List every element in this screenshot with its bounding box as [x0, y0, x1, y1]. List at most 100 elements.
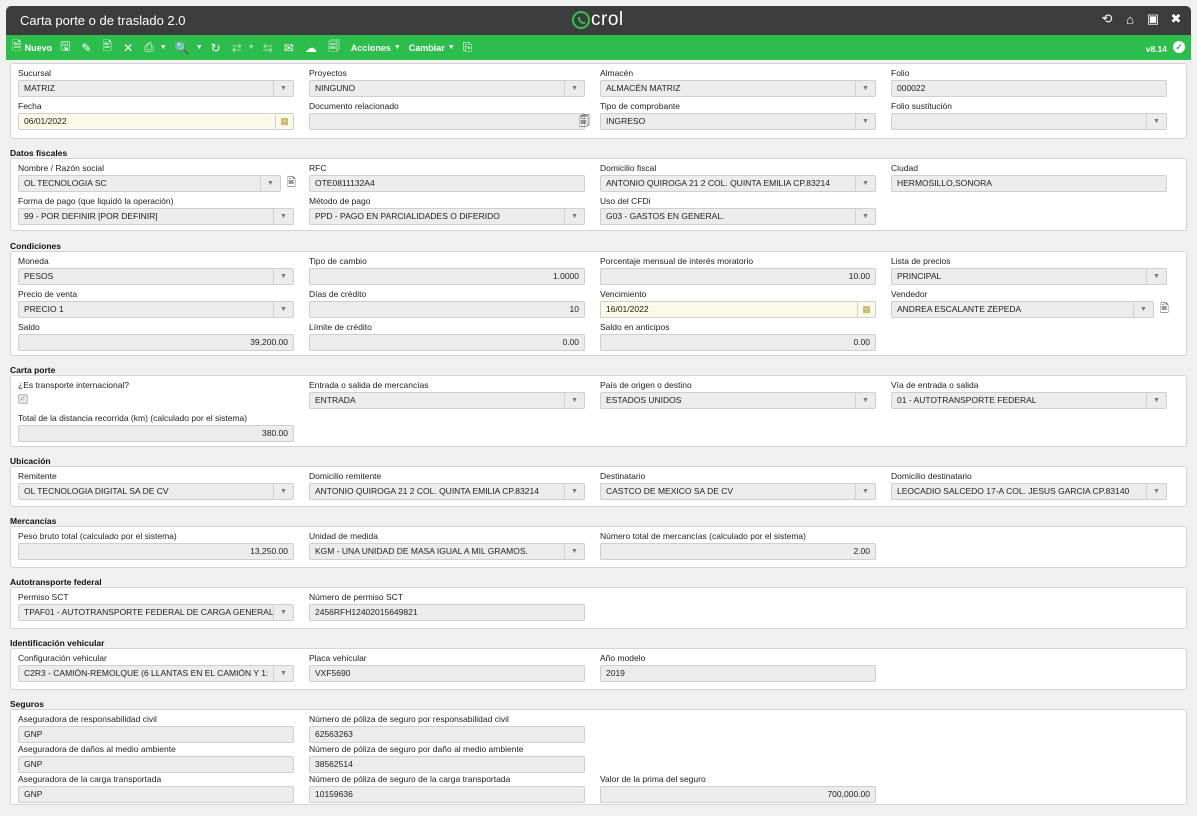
destinatario-select[interactable]: CASTCO DE MEXICO SA DE CV ▼: [600, 483, 876, 500]
upload-button[interactable]: ☁: [305, 41, 320, 55]
actions-menu[interactable]: Acciones ▼: [351, 43, 401, 53]
folio-input[interactable]: 000022: [891, 80, 1167, 97]
window-icon[interactable]: ▣: [1146, 11, 1160, 26]
print-button[interactable]: ⎙ ▼: [144, 40, 167, 55]
fecha-input[interactable]: 06/01/2022 ▦: [18, 113, 294, 130]
configuracion-select[interactable]: C2R3 - CAMIÓN-REMOLQUE (6 LLANTAS EN EL …: [18, 665, 294, 682]
sign-button[interactable]: 🖹: [102, 37, 115, 58]
distancia-input[interactable]: 380.00: [18, 425, 294, 442]
poliza-ambiente-input[interactable]: 38562514: [309, 756, 585, 773]
pais-field: País de origen o destino ESTADOS UNIDOS ▼: [600, 380, 876, 409]
prima-input[interactable]: 700,000.00: [600, 786, 876, 803]
client-card-icon[interactable]: 🖹: [287, 174, 296, 193]
email-button[interactable]: ✉: [284, 41, 297, 55]
precio-venta-select[interactable]: PRECIO 1 ▼: [18, 301, 294, 318]
poliza-civil-input[interactable]: 62563263: [309, 726, 585, 743]
uso-cfdi-label: Uso del CFDi: [600, 196, 651, 206]
calendar-icon[interactable]: ▦: [857, 302, 875, 317]
entrada-salida-select[interactable]: ENTRADA ▼: [309, 392, 585, 409]
close-icon[interactable]: ✖: [1169, 11, 1183, 26]
chevron-down-icon: ▼: [1146, 269, 1166, 284]
distancia-value: 380.00: [262, 428, 288, 438]
copy-button[interactable]: ⎘: [463, 40, 476, 55]
forma-pago-label: Forma de pago (que liquidó la operación): [18, 196, 174, 206]
permiso-sct-select[interactable]: TPAF01 - AUTOTRANSPORTE FEDERAL DE CARGA…: [18, 604, 294, 621]
domicilio-fiscal-select[interactable]: ANTONIO QUIROGA 21 2 COL. QUINTA EMILIA …: [600, 175, 876, 192]
refresh-icon[interactable]: ⟲: [1100, 11, 1114, 26]
forma-pago-select[interactable]: 99 - POR DEFINIR [POR DEFINIR] ▼: [18, 208, 294, 225]
distancia-label: Total de la distancia recorrida (km) (ca…: [18, 413, 248, 423]
link-icon: ⇆: [262, 40, 273, 55]
peso-input[interactable]: 13,250.00: [18, 543, 294, 560]
link-button[interactable]: ⇆: [263, 41, 276, 55]
aseguradora-civil-input[interactable]: GNP: [18, 726, 294, 743]
reload-icon: ↻: [210, 40, 221, 55]
vencimiento-input[interactable]: 16/01/2022 ▦: [600, 301, 876, 318]
saldo-input[interactable]: 39,200.00: [18, 334, 294, 351]
placa-input[interactable]: VXF5690: [309, 665, 585, 682]
rfc-input[interactable]: OTE0811132A4: [309, 175, 585, 192]
domicilio-destinatario-field: Domicilio destinatario LEOCADIO SALCEDO …: [891, 471, 1167, 500]
tipo-comprobante-select[interactable]: INGRESO ▼: [600, 113, 876, 130]
sucursal-select[interactable]: MATRIZ ▼: [18, 80, 294, 97]
export-button[interactable]: 🗐: [328, 37, 343, 58]
change-menu[interactable]: Cambiar ▼: [409, 43, 455, 53]
vehicular-panel: Configuración vehicular C2R3 - CAMIÓN-RE…: [10, 648, 1187, 690]
cloud-upload-icon: ☁: [304, 40, 317, 55]
chevron-down-icon: ▼: [855, 393, 875, 408]
chevron-down-icon: ▼: [273, 209, 293, 224]
poliza-carga-input[interactable]: 10159636: [309, 786, 585, 803]
chevron-down-icon: ▼: [855, 176, 875, 191]
seller-card-icon[interactable]: 🖹: [1160, 300, 1169, 319]
saldo-anticipos-label: Saldo en anticipos: [600, 322, 670, 332]
configuracion-value: C2R3 - CAMIÓN-REMOLQUE (6 LLANTAS EN EL …: [24, 668, 269, 678]
metodo-pago-select[interactable]: PPD - PAGO EN PARCIALIDADES O DIFERIDO ▼: [309, 208, 585, 225]
destinatario-field: Destinatario CASTCO DE MEXICO SA DE CV ▼: [600, 471, 876, 500]
calendar-icon[interactable]: ▦: [275, 114, 293, 129]
remitente-select[interactable]: OL TECNOLOGIA DIGITAL SA DE CV ▼: [18, 483, 294, 500]
permiso-sct-value: TPAF01 - AUTOTRANSPORTE FEDERAL DE CARGA…: [24, 607, 274, 617]
folio-sustitucion-select[interactable]: ▼: [891, 113, 1167, 130]
preview-button[interactable]: 🔍 ▼: [175, 41, 203, 55]
aseguradora-ambiente-input[interactable]: GNP: [18, 756, 294, 773]
placa-field: Placa vehicular VXF5690: [309, 653, 585, 682]
home-icon[interactable]: ⌂: [1123, 12, 1137, 27]
lista-precios-select[interactable]: PRINCIPAL ▼: [891, 268, 1167, 285]
domicilio-remitente-select[interactable]: ANTONIO QUIROGA 21 2 COL. QUINTA EMILIA …: [309, 483, 585, 500]
new-button[interactable]: 🗎 Nuevo: [12, 37, 52, 58]
via-select[interactable]: 01 - AUTOTRANSPORTE FEDERAL ▼: [891, 392, 1167, 409]
reload-button[interactable]: ↻: [211, 41, 224, 55]
poliza-carga-field: Número de póliza de seguro de la carga t…: [309, 774, 585, 803]
cancel-button[interactable]: ✕: [123, 41, 136, 55]
aseguradora-carga-input[interactable]: GNP: [18, 786, 294, 803]
dias-credito-input[interactable]: 10: [309, 301, 585, 318]
domicilio-destinatario-select[interactable]: LEOCADIO SALCEDO 17-A COL. JESUS GARCIA …: [891, 483, 1167, 500]
numero-permiso-input[interactable]: 2456RFH12402015649821: [309, 604, 585, 621]
moneda-select[interactable]: PESOS ▼: [18, 268, 294, 285]
saldo-anticipos-input[interactable]: 0.00: [600, 334, 876, 351]
edit-button[interactable]: ✎: [81, 41, 94, 55]
document-search-icon[interactable]: 🗐: [579, 113, 590, 132]
limite-credito-input[interactable]: 0.00: [309, 334, 585, 351]
interes-input[interactable]: 10.00: [600, 268, 876, 285]
internacional-checkbox[interactable]: ✓: [18, 394, 28, 404]
window-title: Carta porte o de traslado 2.0: [20, 13, 186, 28]
status-check-icon: ✓: [1173, 41, 1185, 53]
documento-input[interactable]: [309, 113, 585, 130]
almacen-value: ALMACÉN MATRIZ: [606, 83, 681, 93]
almacen-select[interactable]: ALMACÉN MATRIZ ▼: [600, 80, 876, 97]
anio-modelo-input[interactable]: 2019: [600, 665, 876, 682]
numero-mercancias-input[interactable]: 2.00: [600, 543, 876, 560]
save-button[interactable]: 🖫: [60, 37, 73, 58]
envelope-icon: ✉: [283, 40, 294, 55]
pais-select[interactable]: ESTADOS UNIDOS ▼: [600, 392, 876, 409]
vendedor-select[interactable]: ANDREA ESCALANTE ZEPEDA ▼: [891, 301, 1154, 318]
ciudad-input[interactable]: HERMOSILLO,SONORA: [891, 175, 1167, 192]
transfer-button[interactable]: ⇄ ▼: [232, 41, 255, 55]
proyectos-select[interactable]: NINGUNO ▼: [309, 80, 585, 97]
nombre-select[interactable]: OL TECNOLOGIA SC ▼: [18, 175, 281, 192]
unidad-medida-select[interactable]: KGM - UNA UNIDAD DE MASA IGUAL A MIL GRA…: [309, 543, 585, 560]
tipo-cambio-input[interactable]: 1.0000: [309, 268, 585, 285]
lista-precios-value: PRINCIPAL: [897, 271, 942, 281]
uso-cfdi-select[interactable]: G03 - GASTOS EN GENERAL. ▼: [600, 208, 876, 225]
